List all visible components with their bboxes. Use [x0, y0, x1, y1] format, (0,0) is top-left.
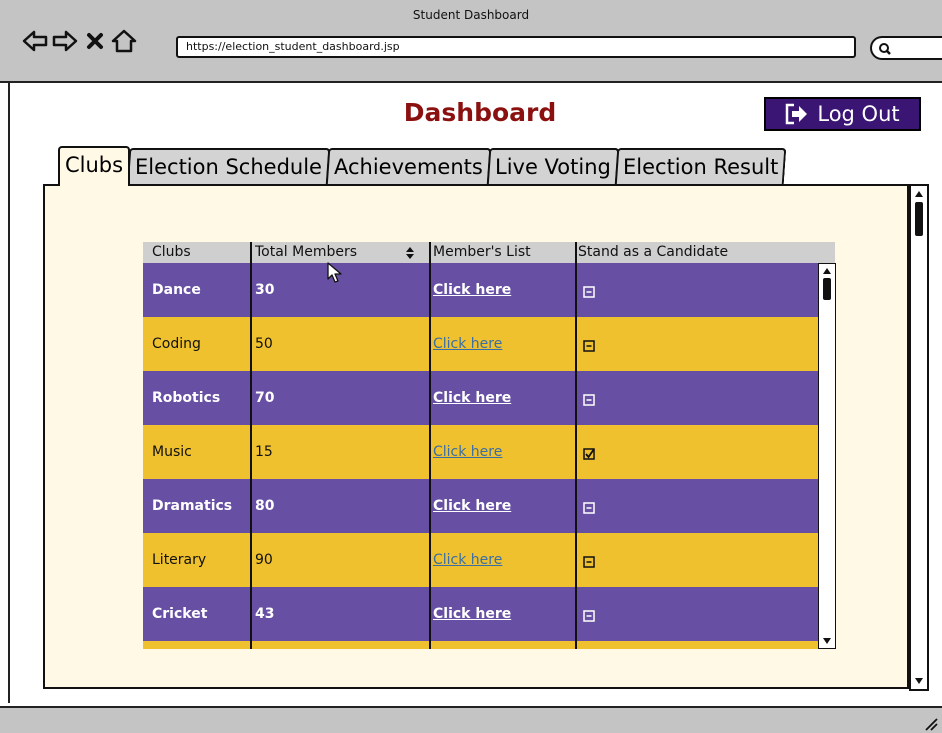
tab-achievements[interactable]: Achievements: [325, 148, 492, 186]
total-members: 50: [255, 336, 273, 352]
candidate-checkbox[interactable]: [583, 337, 595, 352]
total-members: 80: [255, 498, 275, 514]
table-row: Dramatics 80 Click here: [143, 479, 835, 533]
browser-search-box[interactable]: [870, 36, 942, 60]
browser-status-bar: [0, 706, 942, 733]
table-row: Music 15 Click here: [143, 425, 835, 479]
club-name: Music: [152, 444, 192, 460]
logout-label: Log Out: [817, 102, 900, 126]
members-list-link[interactable]: Click here: [433, 263, 511, 317]
tab-live-voting[interactable]: Live Voting: [486, 148, 620, 186]
club-name: Dance: [152, 282, 201, 298]
candidate-checkbox[interactable]: [583, 283, 595, 298]
column-divider: [575, 242, 577, 649]
table-scroll-up-icon[interactable]: [822, 267, 832, 275]
column-header-members-list[interactable]: Member's List: [433, 244, 531, 260]
back-arrow-icon[interactable]: [22, 28, 48, 54]
club-name: Cricket: [152, 606, 208, 622]
total-members: 90: [255, 552, 273, 568]
column-divider: [250, 242, 252, 649]
table-header: Clubs Total Members Member's List Stand …: [143, 242, 835, 263]
browser-toolbar: Student Dashboard https://election_stude…: [0, 0, 942, 83]
total-members: 15: [255, 444, 273, 460]
candidate-checkbox[interactable]: [583, 499, 595, 514]
page-scroll-thumb[interactable]: [915, 202, 923, 236]
resize-grip-icon[interactable]: [924, 717, 938, 731]
club-name: Robotics: [152, 390, 221, 406]
members-list-link[interactable]: Click here: [433, 425, 502, 479]
home-icon[interactable]: [111, 28, 137, 54]
members-list-link[interactable]: Click here: [433, 533, 502, 587]
window-left-edge: [8, 83, 10, 703]
tab-bar: Clubs Election Schedule Achievements Liv…: [58, 146, 787, 186]
forward-arrow-icon[interactable]: [52, 28, 78, 54]
table-body: Dance 30 Click here Coding 50 Click here Robot…: [143, 263, 835, 641]
table-scroll-thumb[interactable]: [823, 278, 831, 300]
address-bar[interactable]: https://election_student_dashboard.jsp: [176, 36, 856, 58]
table-row: Literary 90 Click here: [143, 533, 835, 587]
club-name: Coding: [152, 336, 201, 352]
column-header-stand-as-candidate[interactable]: Stand as a Candidate: [578, 244, 728, 260]
logout-button[interactable]: Log Out: [764, 97, 921, 131]
table-row-partial: [143, 641, 835, 649]
table-scroll-down-icon[interactable]: [822, 637, 832, 645]
total-members: 70: [255, 390, 275, 406]
table-row: Robotics 70 Click here: [143, 371, 835, 425]
table-scrollbar[interactable]: [818, 263, 836, 649]
logout-icon: [786, 103, 808, 125]
total-members: 30: [255, 282, 275, 298]
members-list-link[interactable]: Click here: [433, 371, 511, 425]
page-scrollbar[interactable]: [909, 184, 929, 691]
tab-election-schedule[interactable]: Election Schedule: [126, 148, 331, 186]
members-list-link[interactable]: Click here: [433, 479, 511, 533]
scroll-up-icon[interactable]: [914, 190, 924, 198]
column-header-total-members[interactable]: Total Members: [255, 244, 357, 260]
tab-clubs[interactable]: Clubs: [58, 146, 131, 186]
column-divider: [429, 242, 431, 649]
tab-election-result[interactable]: Election Result: [614, 148, 787, 186]
candidate-checkbox[interactable]: [583, 607, 595, 622]
window-title: Student Dashboard: [412, 8, 530, 22]
table-row: Dance 30 Click here: [143, 263, 835, 317]
column-header-clubs[interactable]: Clubs: [152, 244, 191, 260]
sort-icon[interactable]: [405, 247, 415, 259]
club-name: Dramatics: [152, 498, 233, 514]
scroll-down-icon[interactable]: [914, 677, 924, 685]
candidate-checkbox-checked[interactable]: [583, 445, 595, 460]
clubs-table: Clubs Total Members Member's List Stand …: [143, 242, 835, 649]
club-name: Literary: [152, 552, 207, 568]
table-row: Coding 50 Click here: [143, 317, 835, 371]
close-icon[interactable]: [86, 28, 104, 54]
candidate-checkbox[interactable]: [583, 391, 595, 406]
members-list-link[interactable]: Click here: [433, 587, 511, 641]
candidate-checkbox[interactable]: [583, 553, 595, 568]
members-list-link[interactable]: Click here: [433, 317, 502, 371]
total-members: 43: [255, 606, 275, 622]
table-row: Cricket 43 Click here: [143, 587, 835, 641]
mouse-cursor-icon: [327, 262, 342, 283]
search-icon: [879, 43, 891, 55]
